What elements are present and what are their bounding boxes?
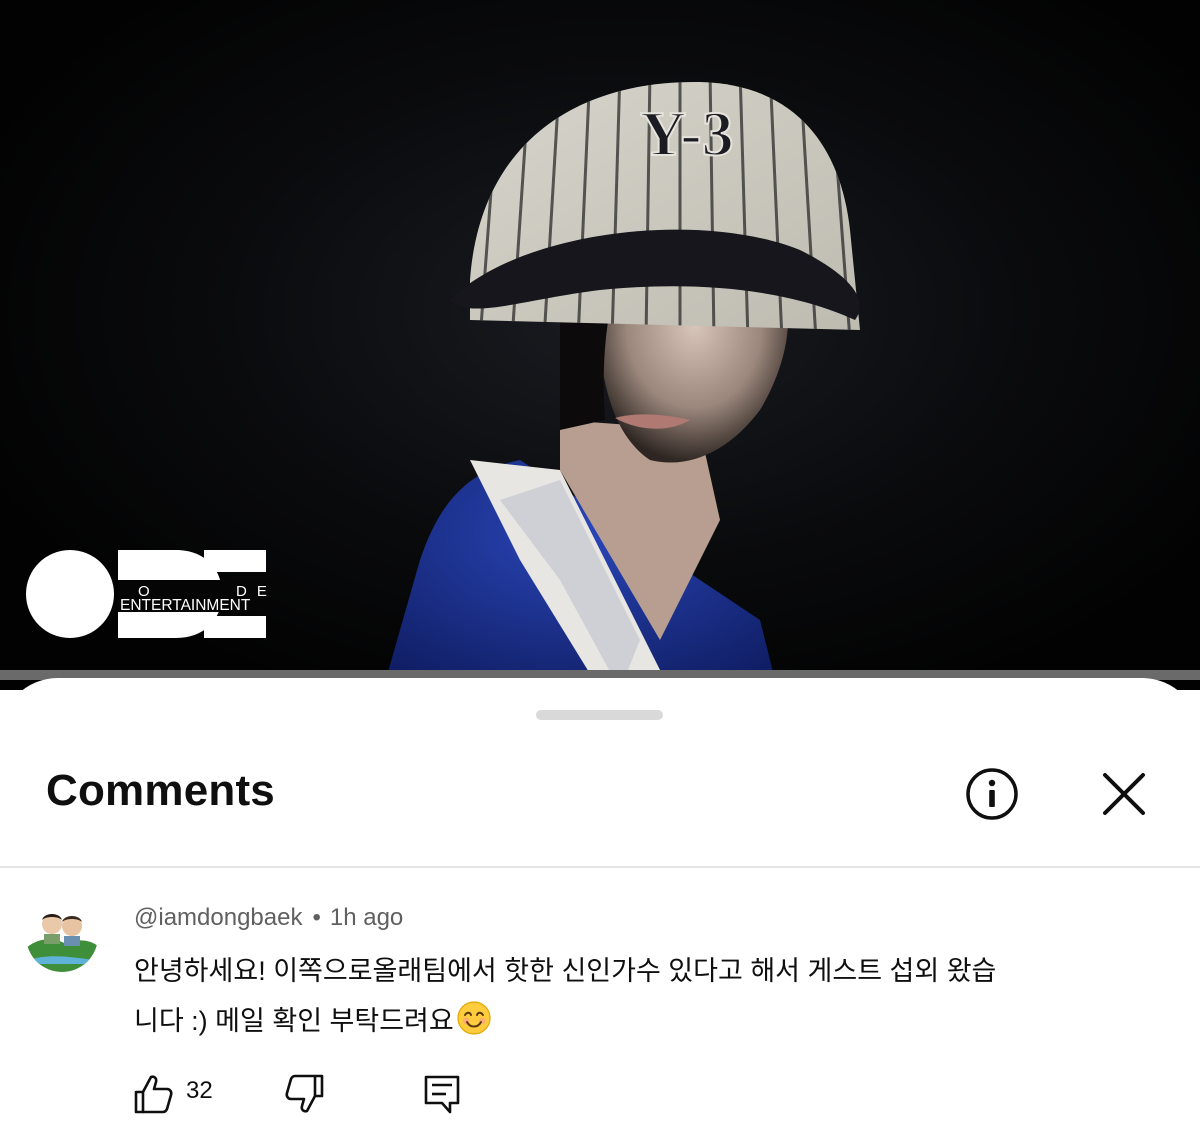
svg-text:Y-3: Y-3 xyxy=(640,98,734,169)
header-divider xyxy=(0,866,1200,868)
reply-comment-icon[interactable] xyxy=(420,1072,464,1116)
comment-text-line-1: 안녕하세요! 이쪽으로올래팀에서 핫한 신인가수 있다고 해서 게스트 섭외 왔… xyxy=(134,956,997,986)
svg-text:ENTERTAINMENT: ENTERTAINMENT xyxy=(120,597,251,614)
thumbs-down-icon[interactable] xyxy=(284,1072,328,1116)
smiling-face-emoji-icon xyxy=(456,1000,492,1052)
close-icon[interactable] xyxy=(1094,764,1154,824)
channel-watermark-logo: O DE ENTERTAINMENT xyxy=(26,550,270,638)
like-count: 32 xyxy=(186,1077,213,1104)
comments-title: Comments xyxy=(46,766,275,815)
cap-logo: Y-3 xyxy=(639,97,735,170)
comment-timestamp[interactable]: 1h ago xyxy=(330,904,403,931)
info-icon[interactable] xyxy=(962,764,1022,824)
sheet-drag-handle[interactable] xyxy=(536,710,663,720)
comment-text-line-2-wrap: 니다 :) 메일 확인 부탁드려요 xyxy=(134,996,1144,1052)
thumbs-up-icon[interactable] xyxy=(130,1072,174,1116)
comments-sheet: Comments @iamdongbaek • 1h ago 안녕하세요! 이쪽… xyxy=(0,678,1200,1136)
meta-separator: • xyxy=(312,904,321,931)
comment-author-handle[interactable]: @iamdongbaek xyxy=(134,904,302,931)
comment-body: 안녕하세요! 이쪽으로올래팀에서 핫한 신인가수 있다고 해서 게스트 섭외 왔… xyxy=(134,946,1144,1052)
comment-meta: @iamdongbaek • 1h ago xyxy=(134,904,403,932)
avatar[interactable] xyxy=(26,900,98,972)
comment-text-line-2: 니다 :) 메일 확인 부탁드려요 xyxy=(134,1006,454,1036)
video-player[interactable]: Y-3 O DE ENTERTAINMENT xyxy=(0,0,1200,690)
